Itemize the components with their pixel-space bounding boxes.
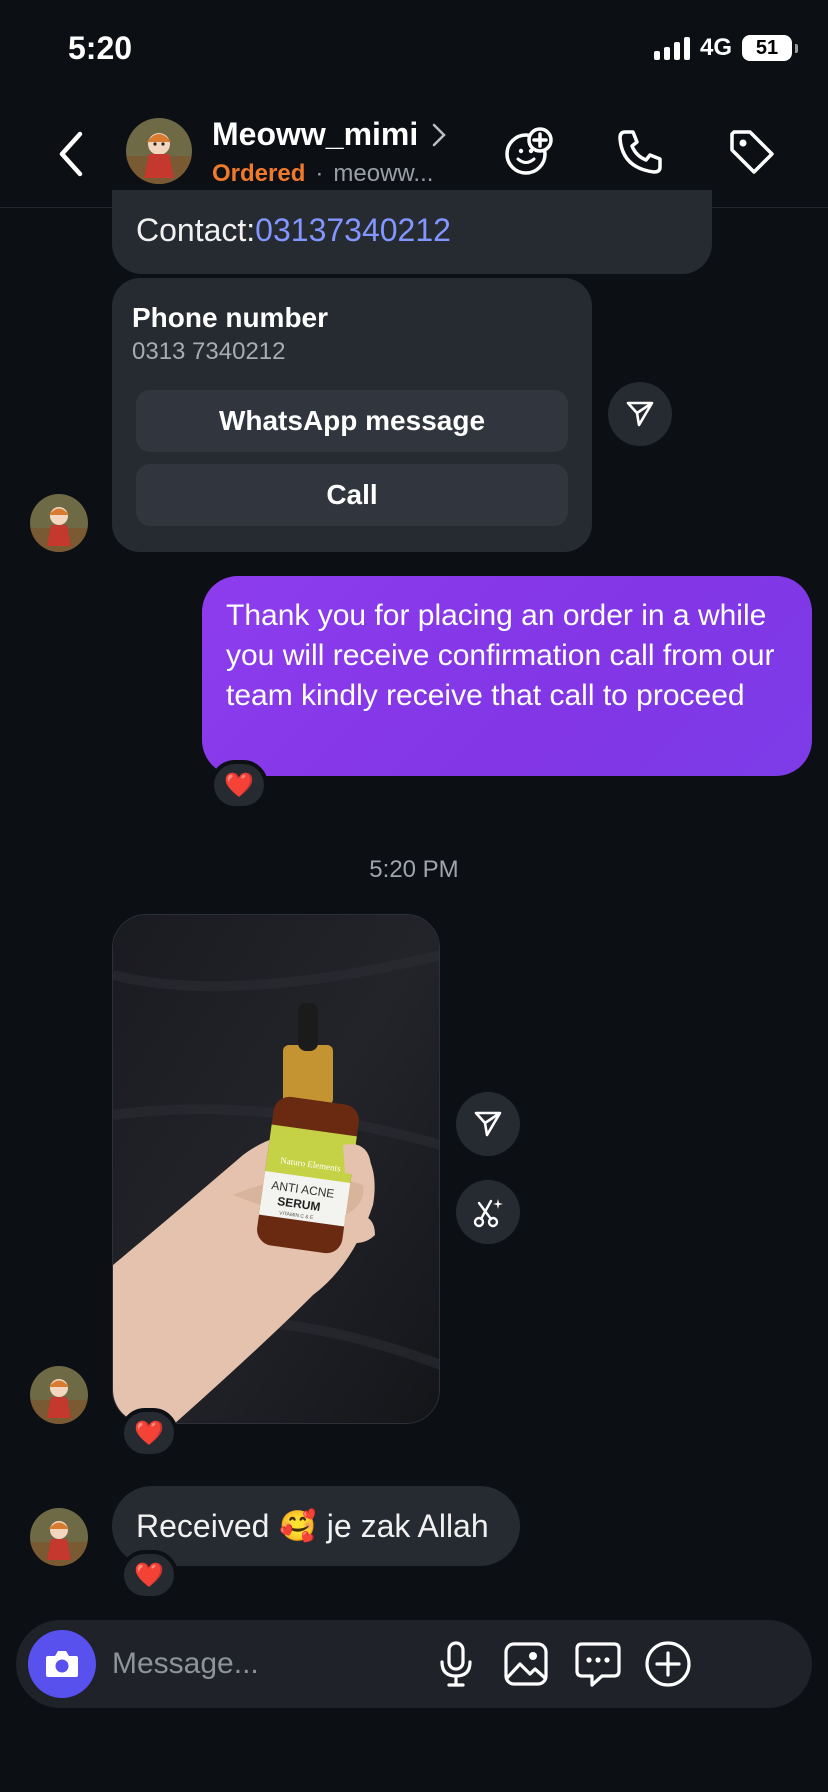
microphone-icon[interactable] — [430, 1638, 482, 1690]
contact-prefix: Contact: — [136, 212, 256, 248]
contact-message-text: Contact:03137340212 — [136, 212, 451, 249]
product-photo[interactable]: Naturo Elements ANTI ACNE SERUM VITAMIN … — [112, 914, 440, 1424]
back-arrow-icon[interactable] — [52, 128, 92, 180]
add-circle-icon[interactable] — [642, 1638, 694, 1690]
status-time: 5:20 — [68, 30, 133, 66]
contact-name[interactable]: Meoww_mimi — [212, 116, 418, 153]
chevron-right-icon — [433, 123, 447, 146]
sender-avatar[interactable] — [30, 494, 88, 552]
phone-call-icon[interactable] — [614, 126, 666, 178]
heart-reaction[interactable]: ❤️ — [120, 1550, 178, 1600]
camera-icon — [46, 1651, 78, 1677]
send-icon — [474, 1111, 502, 1137]
phone-card-title: Phone number — [132, 302, 329, 333]
share-message-button[interactable] — [608, 382, 672, 446]
sender-avatar[interactable] — [30, 1508, 88, 1566]
serum-photo-image: Naturo Elements ANTI ACNE SERUM VITAMIN … — [113, 915, 439, 1423]
heart-icon: ❤️ — [134, 1561, 164, 1589]
gallery-icon[interactable] — [500, 1638, 552, 1690]
ai-cutout-button[interactable] — [456, 1180, 520, 1244]
heart-icon: ❤️ — [134, 1419, 164, 1447]
send-icon — [626, 401, 654, 427]
network-label: 4G — [699, 34, 732, 61]
contact-username: meoww... — [333, 160, 434, 187]
message-timestamp: 5:20 PM — [369, 856, 459, 883]
smiling-hearts-emoji: 🥰 — [279, 1509, 317, 1543]
heart-reaction[interactable]: ❤️ — [210, 760, 268, 810]
scissors-sparkle-icon — [473, 1199, 503, 1228]
heart-icon: ❤️ — [224, 771, 254, 799]
battery-icon: 51 — [742, 35, 798, 61]
whatsapp-message-button[interactable]: WhatsApp message — [136, 390, 568, 452]
contact-avatar[interactable] — [126, 118, 192, 184]
tag-icon[interactable] — [726, 126, 778, 178]
order-status-label: Ordered — [212, 160, 306, 187]
contact-number-link[interactable]: 03137340212 — [255, 212, 451, 248]
sender-avatar[interactable] — [30, 1366, 88, 1424]
call-button[interactable]: Call — [136, 464, 568, 526]
message-composer — [16, 1620, 812, 1708]
subtitle-separator: · — [315, 160, 324, 187]
battery-level: 51 — [755, 36, 779, 59]
sent-message-bubble[interactable]: Thank you for placing an order in a whil… — [202, 576, 812, 776]
camera-button[interactable] — [28, 1630, 96, 1698]
contact-name-row[interactable]: Meoww_mimi — [212, 116, 448, 153]
received-message-bubble[interactable]: Received 🥰 je zak Allah — [112, 1486, 520, 1566]
chat-bubble-icon[interactable] — [572, 1638, 624, 1690]
share-photo-button[interactable] — [456, 1092, 520, 1156]
signal-icon — [653, 36, 690, 60]
contact-subtitle: Ordered · meoww... — [212, 160, 433, 188]
received-text-start: Received — [136, 1507, 270, 1544]
add-sticker-icon[interactable] — [502, 126, 554, 178]
phone-card-number: 0313 7340212 — [132, 338, 286, 365]
status-indicators: 4G 51 — [653, 34, 798, 62]
received-text-end: je zak Allah — [326, 1507, 489, 1544]
heart-reaction[interactable]: ❤️ — [120, 1408, 178, 1458]
